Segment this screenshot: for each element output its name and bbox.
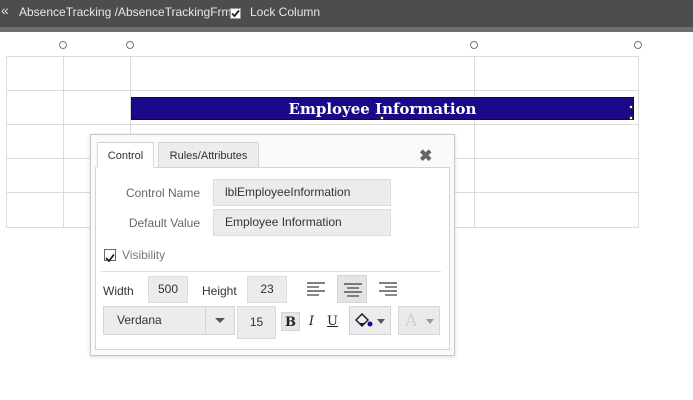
align-left-icon xyxy=(307,282,325,296)
text-color-icon: A xyxy=(405,311,418,331)
width-label: Width xyxy=(103,284,134,298)
align-center-icon xyxy=(344,283,362,297)
control-properties-dialog: Control Rules/Attributes ✖ Control Name … xyxy=(90,134,455,356)
paint-bucket-icon xyxy=(354,313,373,328)
bold-button[interactable]: B xyxy=(281,312,300,331)
lock-column-label[interactable]: Lock Column xyxy=(250,5,320,19)
checkmark-icon xyxy=(231,9,240,18)
divider xyxy=(101,271,441,272)
chevron-down-icon xyxy=(426,319,434,324)
visibility-checkbox[interactable] xyxy=(104,249,116,263)
font-size-input[interactable]: 15 xyxy=(237,306,276,339)
column-resize-handle[interactable] xyxy=(126,41,134,49)
toolbar-divider xyxy=(0,27,693,32)
font-family-select[interactable]: Verdana xyxy=(103,306,235,335)
default-value-label: Default Value xyxy=(128,216,200,230)
text-color-button[interactable]: A xyxy=(398,306,440,335)
height-input[interactable]: 23 xyxy=(247,276,287,303)
visibility-label[interactable]: Visibility xyxy=(122,248,165,262)
column-resize-handle[interactable] xyxy=(634,41,642,49)
chevron-down-icon xyxy=(215,318,225,323)
align-right-button[interactable] xyxy=(373,275,403,303)
chevron-down-icon xyxy=(377,319,385,324)
height-label: Height xyxy=(202,284,237,298)
resize-handle[interactable] xyxy=(629,116,633,120)
tab-rules-attributes[interactable]: Rules/Attributes xyxy=(158,142,259,168)
lock-column-checkbox[interactable] xyxy=(230,8,241,19)
resize-handle[interactable] xyxy=(380,116,384,120)
font-family-value: Verdana xyxy=(117,313,162,327)
column-resize-handle[interactable] xyxy=(59,41,67,49)
dialog-body: Control Name lblEmployeeInformation Defa… xyxy=(95,167,450,350)
form-breadcrumb: AbsenceTracking /AbsenceTrackingFrm xyxy=(19,5,232,19)
italic-button[interactable]: I xyxy=(302,312,321,331)
back-chevron-icon[interactable]: « xyxy=(1,2,9,18)
default-value-field[interactable]: Employee Information xyxy=(213,209,391,236)
underline-button[interactable]: U xyxy=(323,312,342,331)
fill-color-button[interactable] xyxy=(349,306,391,335)
tab-control[interactable]: Control xyxy=(97,142,154,168)
align-center-button[interactable] xyxy=(337,275,367,303)
column-resize-handle[interactable] xyxy=(470,41,478,49)
align-right-icon xyxy=(379,282,397,296)
width-input[interactable]: 500 xyxy=(148,276,188,303)
control-name-label: Control Name xyxy=(125,186,200,200)
checkmark-icon xyxy=(105,253,115,263)
align-left-button[interactable] xyxy=(301,275,331,303)
control-name-field[interactable]: lblEmployeeInformation xyxy=(213,179,391,206)
resize-handle[interactable] xyxy=(629,105,633,109)
top-bar: « AbsenceTracking /AbsenceTrackingFrm Lo… xyxy=(0,0,693,27)
close-icon[interactable]: ✖ xyxy=(419,146,432,166)
